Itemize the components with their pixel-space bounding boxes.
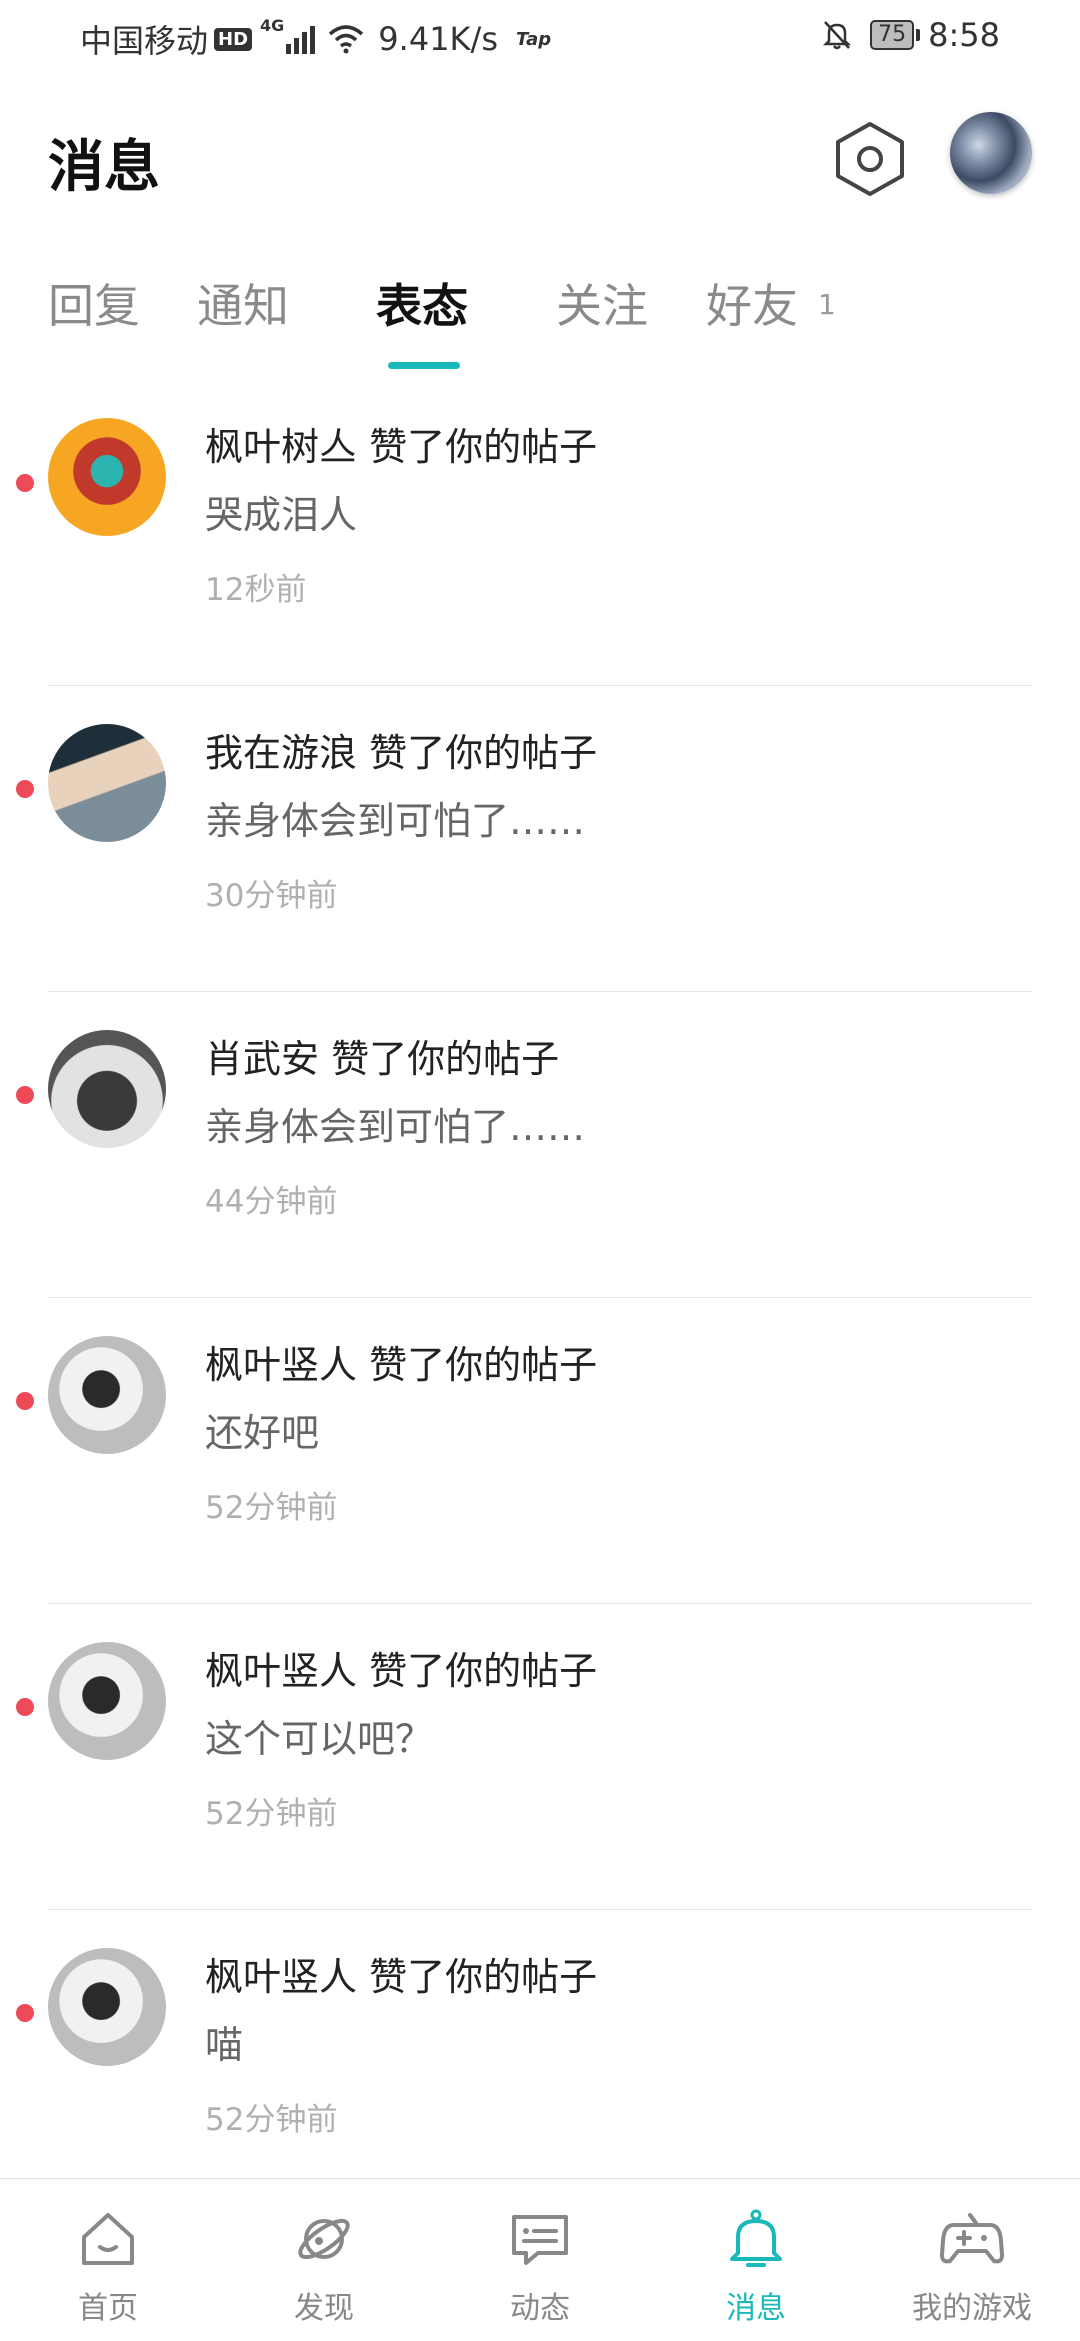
list-item[interactable]: 枫叶竖人 赞了你的帖子 还好吧 52分钟前: [0, 1298, 1080, 1604]
message-tabs: 回复 通知 表态 关注 好友 1: [0, 270, 1080, 380]
settings-hex-icon: [836, 122, 904, 196]
avatar[interactable]: [48, 1030, 166, 1148]
nav-feed[interactable]: 动态: [432, 2179, 648, 2341]
nav-discover-label: 发现: [294, 2291, 354, 2326]
list-item[interactable]: 我在游浪 赞了你的帖子 亲身体会到可怕了…… 30分钟前: [0, 686, 1080, 992]
list-item[interactable]: 枫叶竖人 赞了你的帖子 这个可以吧？ 52分钟前: [0, 1604, 1080, 1910]
signal-icon: [286, 24, 318, 54]
nav-home[interactable]: 首页: [0, 2179, 216, 2341]
avatar[interactable]: [48, 1642, 166, 1760]
tab-follow[interactable]: 关注: [556, 270, 648, 336]
notification-title: 枫叶竖人 赞了你的帖子: [205, 1955, 598, 1999]
unread-dot: [16, 474, 34, 492]
timestamp: 52分钟前: [205, 1490, 338, 1526]
mute-bell-icon: [823, 21, 852, 50]
hd-badge: HD: [214, 27, 253, 51]
avatar[interactable]: [48, 418, 166, 536]
carrier-name: 中国移动: [80, 22, 209, 60]
tab-friends[interactable]: 好友: [706, 270, 798, 336]
network-type: 4G: [260, 16, 285, 35]
nav-feed-label: 动态: [510, 2291, 570, 2326]
unread-dot: [16, 1698, 34, 1716]
list-item[interactable]: 枫叶树亼 赞了你的帖子 哭成泪人 12秒前: [0, 380, 1080, 686]
bell-icon: [730, 2209, 782, 2267]
user-avatar[interactable]: [950, 112, 1032, 194]
unread-dot: [16, 780, 34, 798]
timestamp: 44分钟前: [205, 1184, 338, 1220]
timestamp: 30分钟前: [205, 878, 338, 914]
avatar[interactable]: [48, 1948, 166, 2066]
planet-icon: [298, 2218, 350, 2260]
avatar[interactable]: [48, 1336, 166, 1454]
nav-messages-label: 消息: [726, 2291, 786, 2326]
nav-discover[interactable]: 发现: [216, 2179, 432, 2341]
notification-title: 枫叶竖人 赞了你的帖子: [205, 1649, 598, 1693]
status-bar: 中国移动 HD 4G 9.41K/s Tap 75 8:58: [0, 0, 1080, 74]
settings-button[interactable]: [832, 118, 908, 198]
network-speed: 9.41K/s: [378, 20, 498, 58]
home-icon: [82, 2213, 134, 2265]
post-snippet: 喵: [205, 2023, 244, 2067]
list-item[interactable]: 肖武安 赞了你的帖子 亲身体会到可怕了…… 44分钟前: [0, 992, 1080, 1298]
post-snippet: 这个可以吧？: [205, 1717, 434, 1761]
status-right: 75 8:58: [822, 16, 1000, 54]
page-title: 消息: [48, 135, 160, 200]
timestamp: 52分钟前: [205, 1796, 338, 1832]
active-tab-indicator: [388, 362, 460, 369]
post-snippet: 亲身体会到可怕了……: [205, 799, 586, 843]
nav-my-games-label: 我的游戏: [912, 2291, 1032, 2326]
page-header: 消息: [0, 100, 1080, 220]
post-snippet: 还好吧: [205, 1411, 320, 1455]
battery-level: 75: [870, 20, 915, 50]
notification-title: 枫叶树亼 赞了你的帖子: [205, 425, 598, 469]
notification-title: 肖武安 赞了你的帖子: [205, 1037, 560, 1081]
post-snippet: 哭成泪人: [205, 493, 358, 537]
tab-reply[interactable]: 回复: [48, 270, 140, 336]
status-left: 中国移动 HD 4G 9.41K/s Tap: [80, 16, 551, 62]
unread-dot: [16, 1086, 34, 1104]
tab-notice[interactable]: 通知: [197, 270, 289, 336]
avatar[interactable]: [48, 724, 166, 842]
nav-messages[interactable]: 消息: [648, 2179, 864, 2341]
list-item[interactable]: 枫叶竖人 赞了你的帖子 喵 52分钟前: [0, 1910, 1080, 2216]
nav-home-label: 首页: [78, 2291, 138, 2326]
notification-title: 我在游浪 赞了你的帖子: [205, 731, 598, 775]
unread-dot: [16, 1392, 34, 1410]
app-notification-badge: Tap: [515, 28, 552, 50]
wifi-icon: [329, 25, 364, 54]
post-snippet: 亲身体会到可怕了……: [205, 1105, 586, 1149]
notification-title: 枫叶竖人 赞了你的帖子: [205, 1343, 598, 1387]
timestamp: 12秒前: [205, 572, 307, 608]
clock: 8:58: [928, 16, 1000, 54]
tab-reaction[interactable]: 表态: [376, 270, 468, 336]
nav-my-games[interactable]: 我的游戏: [864, 2179, 1080, 2341]
timestamp: 52分钟前: [205, 2102, 338, 2138]
battery-indicator: 75: [870, 20, 921, 50]
gamepad-icon: [940, 2213, 1004, 2264]
bottom-navigation: 首页 发现 动态 消息 我的游戏: [0, 2178, 1080, 2341]
unread-dot: [16, 2004, 34, 2022]
notification-list: 枫叶树亼 赞了你的帖子 哭成泪人 12秒前 我在游浪 赞了你的帖子 亲身体会到可…: [0, 380, 1080, 2216]
friends-count-badge: 1: [818, 288, 836, 321]
chat-icon: [512, 2215, 568, 2265]
